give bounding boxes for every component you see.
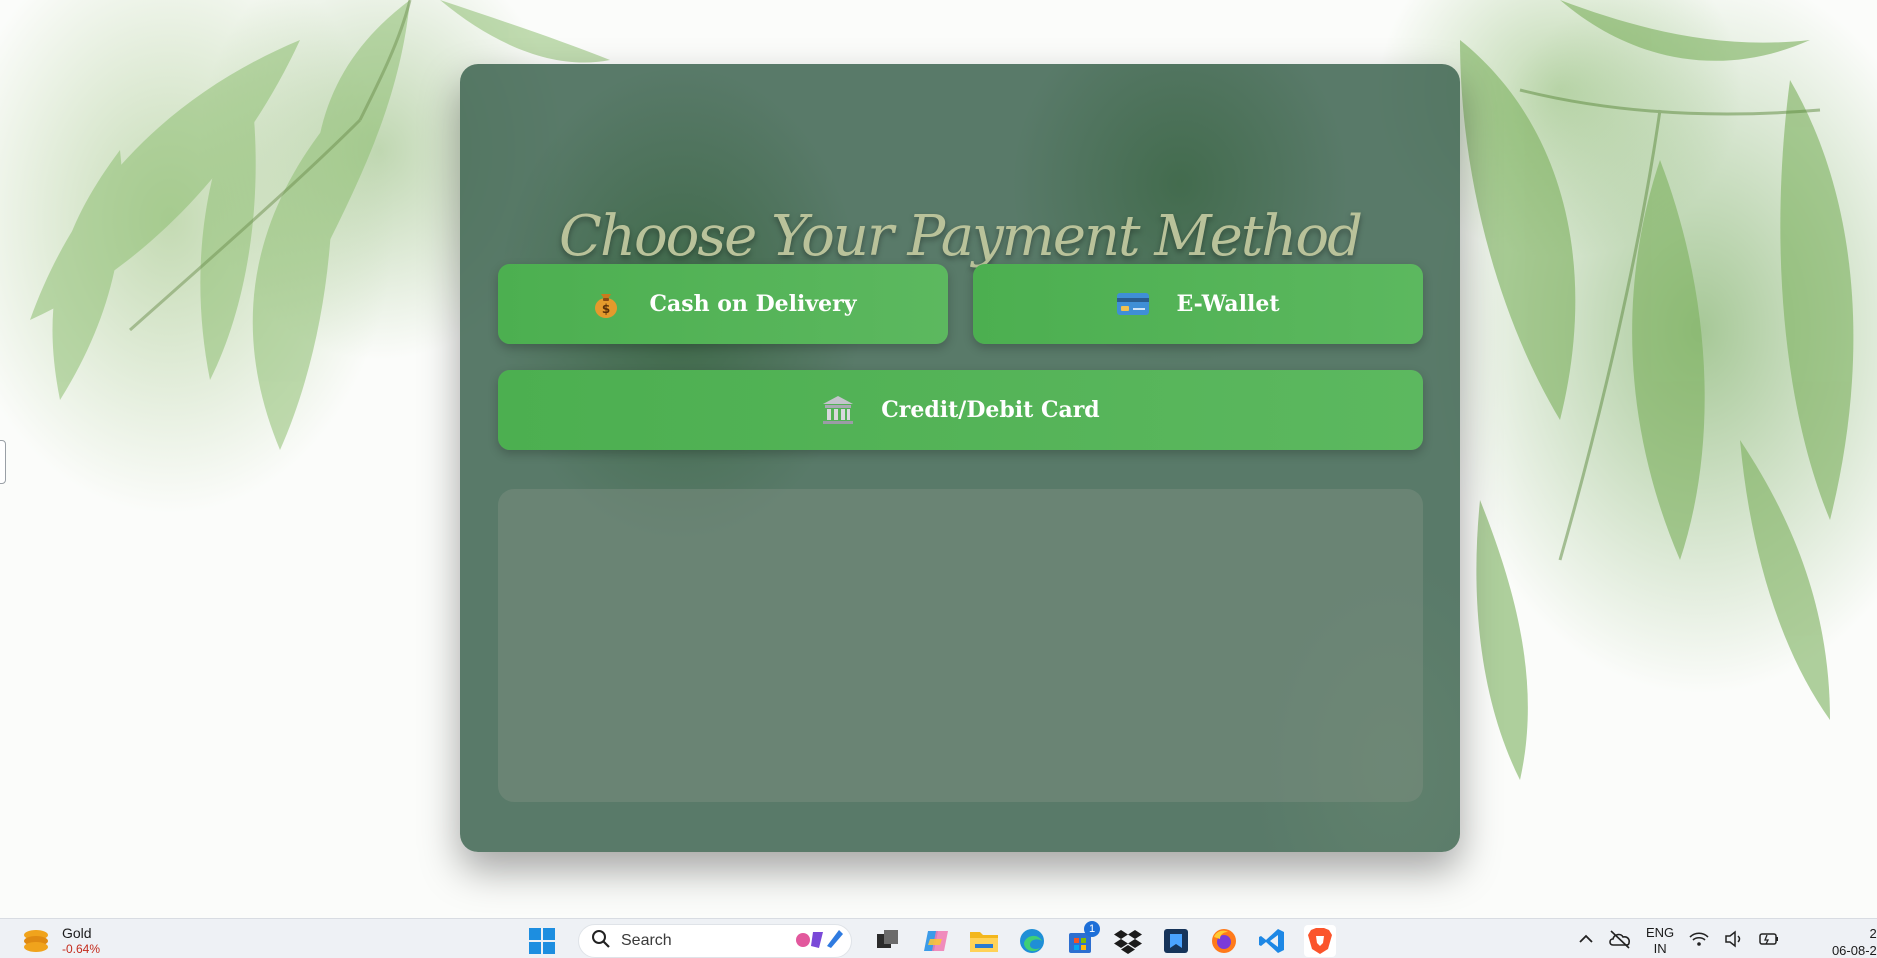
search-icon bbox=[591, 929, 611, 954]
side-panel-handle[interactable] bbox=[0, 440, 6, 484]
clock-date: 06-08-20 bbox=[1831, 943, 1877, 958]
app-button[interactable] bbox=[1160, 925, 1192, 957]
notification-badge: 1 bbox=[1084, 921, 1100, 937]
e-wallet-label: E-Wallet bbox=[1176, 291, 1280, 317]
dropbox-button[interactable] bbox=[1112, 925, 1144, 957]
brave-button[interactable] bbox=[1304, 925, 1336, 957]
edge-icon bbox=[1020, 929, 1044, 953]
search-highlight-icon bbox=[793, 928, 845, 955]
brave-icon bbox=[1308, 928, 1332, 954]
start-button[interactable] bbox=[526, 925, 558, 957]
e-wallet-button[interactable]: E-Wallet bbox=[973, 264, 1423, 344]
vscode-icon bbox=[1259, 929, 1284, 953]
cash-on-delivery-button[interactable]: $ Cash on Delivery bbox=[498, 264, 948, 344]
store-button[interactable]: 1 bbox=[1064, 921, 1100, 957]
payment-details-panel bbox=[498, 489, 1423, 802]
money-bag-icon: $ bbox=[589, 287, 623, 321]
task-view-icon bbox=[877, 930, 898, 948]
copilot-button[interactable] bbox=[920, 925, 952, 957]
clock-time: 20 bbox=[1869, 926, 1877, 941]
windows-icon bbox=[529, 928, 555, 954]
task-view-button[interactable] bbox=[872, 925, 904, 957]
battery-icon[interactable] bbox=[1758, 930, 1780, 953]
dropbox-icon bbox=[1114, 930, 1142, 954]
payment-card: Choose Your Payment Method $ Cash on Del… bbox=[460, 64, 1460, 852]
app-icon bbox=[1164, 929, 1188, 953]
gold-coins-icon bbox=[22, 925, 52, 958]
page-title: Choose Your Payment Method bbox=[559, 204, 1363, 269]
vscode-button[interactable] bbox=[1256, 925, 1288, 957]
file-explorer-button[interactable] bbox=[968, 925, 1000, 957]
taskbar-search[interactable]: Search bbox=[578, 924, 852, 958]
region-code: IN bbox=[1653, 941, 1667, 956]
widget-title: Gold bbox=[62, 925, 92, 941]
folder-icon bbox=[970, 932, 998, 952]
credit-card-icon bbox=[1116, 287, 1150, 321]
wifi-icon[interactable] bbox=[1688, 930, 1710, 953]
volume-icon[interactable] bbox=[1724, 929, 1744, 953]
chevron-up-icon[interactable] bbox=[1578, 932, 1594, 950]
bank-icon bbox=[821, 393, 855, 427]
widget-gold[interactable]: Gold -0.64% bbox=[22, 925, 100, 958]
credit-debit-card-label: Credit/Debit Card bbox=[881, 397, 1100, 423]
firefox-button[interactable] bbox=[1208, 925, 1240, 957]
cash-on-delivery-label: Cash on Delivery bbox=[649, 291, 857, 317]
svg-text:$: $ bbox=[602, 302, 610, 316]
onedrive-off-icon[interactable] bbox=[1608, 929, 1632, 954]
system-clock[interactable]: 20 06-08-20 bbox=[1814, 925, 1877, 958]
language-indicator[interactable]: ENG IN bbox=[1646, 925, 1674, 957]
taskbar: Gold -0.64% Search 1 ENG IN 2 06-08-2 bbox=[0, 918, 1877, 958]
copilot-icon bbox=[924, 931, 948, 951]
edge-button[interactable] bbox=[1016, 925, 1048, 957]
language-code: ENG bbox=[1646, 925, 1675, 940]
credit-debit-card-button[interactable]: Credit/Debit Card bbox=[498, 370, 1423, 450]
widget-change: -0.64% bbox=[62, 942, 101, 956]
search-placeholder: Search bbox=[621, 932, 672, 949]
firefox-icon bbox=[1212, 929, 1236, 953]
